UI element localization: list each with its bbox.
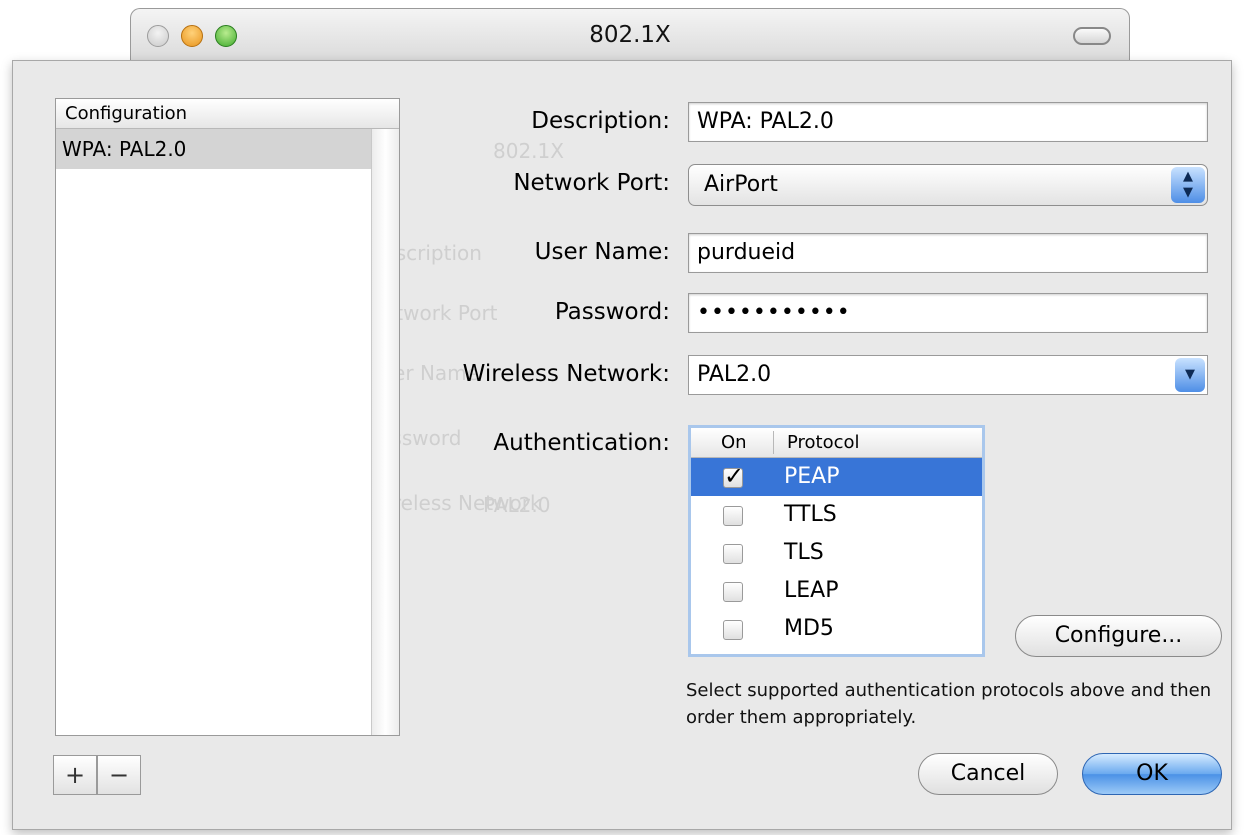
- user-name-label: User Name:: [534, 239, 670, 265]
- ghost-text-network-value: PAL2.0: [483, 493, 551, 517]
- leap-checkbox[interactable]: [723, 582, 743, 602]
- tls-checkbox[interactable]: [723, 544, 743, 564]
- protocol-row-tls[interactable]: TLS: [691, 534, 982, 572]
- ok-button[interactable]: OK: [1082, 753, 1222, 795]
- cancel-button[interactable]: Cancel: [918, 753, 1058, 795]
- description-label: Description:: [531, 108, 670, 134]
- configure-button[interactable]: Configure...: [1015, 615, 1222, 657]
- configuration-list-item[interactable]: WPA: PAL2.0: [56, 129, 371, 169]
- network-port-popup[interactable]: AirPort ▲ ▼: [688, 164, 1208, 206]
- description-field[interactable]: WPA: PAL2.0: [688, 102, 1208, 142]
- remove-configuration-button[interactable]: −: [97, 755, 141, 795]
- protocol-name: TTLS: [784, 502, 837, 527]
- wireless-network-label: Wireless Network:: [462, 361, 670, 387]
- ttls-checkbox[interactable]: [723, 506, 743, 526]
- wireless-network-combobox[interactable]: PAL2.0 ▼: [688, 355, 1208, 395]
- md5-checkbox[interactable]: [723, 620, 743, 640]
- authentication-label: Authentication:: [493, 430, 670, 456]
- add-configuration-button[interactable]: +: [53, 755, 97, 795]
- peap-checkbox[interactable]: ✓: [723, 464, 744, 488]
- network-port-label: Network Port:: [513, 170, 670, 196]
- column-header-protocol[interactable]: Protocol: [787, 428, 860, 457]
- chevron-down-icon[interactable]: ▼: [1175, 358, 1205, 392]
- protocol-row-peap[interactable]: ✓ PEAP: [691, 458, 982, 496]
- ghost-text-title: 802.1X: [493, 139, 564, 163]
- column-header-on[interactable]: On: [721, 428, 747, 457]
- toolbar-toggle-button[interactable]: [1073, 27, 1111, 45]
- protocol-name: LEAP: [784, 578, 839, 603]
- protocol-row-ttls[interactable]: TTLS: [691, 496, 982, 534]
- protocol-name: PEAP: [784, 464, 840, 489]
- protocol-row-leap[interactable]: LEAP: [691, 572, 982, 610]
- column-divider: [773, 431, 774, 454]
- protocol-row-md5[interactable]: MD5: [691, 610, 982, 648]
- protocol-table-header: On Protocol: [691, 428, 982, 458]
- window-titlebar: 802.1X: [130, 8, 1130, 66]
- password-field[interactable]: •••••••••••: [688, 293, 1208, 333]
- protocol-name: MD5: [784, 616, 834, 641]
- user-name-field[interactable]: purdueid: [688, 233, 1208, 273]
- network-port-value: AirPort: [704, 172, 778, 197]
- protocol-name: TLS: [784, 540, 824, 565]
- window-title: 802.1X: [589, 22, 671, 48]
- authentication-protocol-table[interactable]: On Protocol ✓ PEAP TTLS TLS LEAP MD5: [688, 425, 985, 657]
- authentication-hint-text: Select supported authentication protocol…: [686, 680, 1212, 728]
- popup-arrows-icon: ▲ ▼: [1171, 167, 1205, 203]
- wireless-network-value: PAL2.0: [697, 362, 772, 387]
- password-label: Password:: [554, 299, 670, 325]
